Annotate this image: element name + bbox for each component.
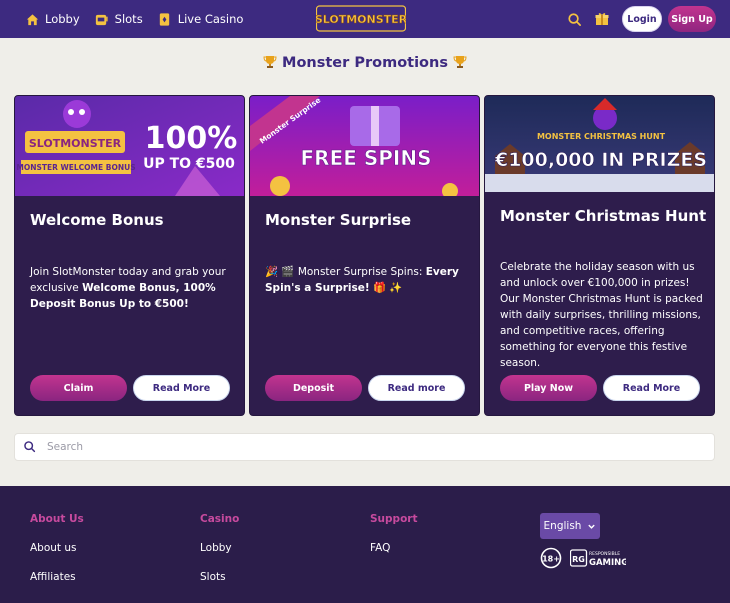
footer-link-affiliates[interactable]: Affiliates — [30, 571, 84, 583]
card-description: Join SlotMonster today and grab your exc… — [30, 266, 226, 310]
nav-slots-label: Slots — [114, 12, 143, 26]
footer: About Us About us Affiliates Casino Lobb… — [0, 486, 730, 603]
header-actions: Login Sign Up — [564, 0, 730, 38]
banner-prizes-text: €100,000 IN PRIZES — [494, 149, 707, 171]
footer-heading: Casino — [200, 513, 240, 525]
search-icon — [23, 440, 37, 454]
nav-lobby[interactable]: Lobby — [24, 11, 80, 27]
deposit-button[interactable]: Deposit — [265, 375, 362, 401]
footer-link-slots[interactable]: Slots — [200, 571, 239, 583]
promo-card-christmas: MONSTER CHRISTMAS HUNT €100,000 IN PRIZE… — [484, 95, 715, 416]
signup-button[interactable]: Sign Up — [668, 6, 716, 32]
footer-link-lobby[interactable]: Lobby — [200, 542, 239, 554]
login-button[interactable]: Login — [622, 6, 662, 32]
claim-button[interactable]: Claim — [30, 375, 127, 401]
rg-text-bottom: GAMING — [589, 558, 626, 568]
trophy-icon — [263, 55, 277, 69]
cards-icon — [157, 11, 173, 27]
chevron-down-icon — [587, 522, 596, 531]
read-more-button[interactable]: Read More — [603, 375, 700, 401]
footer-link-faq[interactable]: FAQ — [370, 542, 417, 554]
promo-card-surprise: Monster Surprise FREE SPINS Monster Surp… — [249, 95, 480, 416]
banner-hunt-text: MONSTER CHRISTMAS HUNT — [537, 132, 666, 141]
search-icon[interactable] — [564, 9, 584, 29]
age-18-badge: 18+ — [540, 547, 562, 569]
gift-icon[interactable] — [592, 9, 612, 29]
slot-machine-icon — [94, 11, 110, 27]
christmas-banner-image[interactable]: MONSTER CHRISTMAS HUNT €100,000 IN PRIZE… — [485, 96, 714, 192]
footer-link-about-us[interactable]: About us — [30, 542, 84, 554]
page-title-text: Monster Promotions — [282, 55, 448, 71]
logo-text: SLOTMONSTER — [316, 13, 406, 26]
slotmonster-logo[interactable]: SLOTMONSTER — [315, 5, 408, 32]
card-title: Monster Surprise — [265, 211, 412, 229]
banner-logo-text: SLOTMONSTER — [29, 137, 122, 150]
banner-percent-text: 100% — [145, 121, 238, 156]
nav-slots[interactable]: Slots — [94, 11, 143, 27]
nav-lobby-label: Lobby — [45, 12, 80, 26]
responsible-gaming-logo[interactable]: RG RESPONSIBLE GAMING — [569, 548, 628, 568]
trophy-icon — [453, 55, 467, 69]
card-title: Monster Christmas Hunt — [500, 207, 707, 225]
search-bar — [14, 433, 715, 461]
read-more-button[interactable]: Read More — [133, 375, 230, 401]
banner-upto-text: UP TO €500 — [143, 156, 235, 172]
language-label: English — [543, 520, 582, 532]
card-title: Welcome Bonus — [30, 211, 164, 229]
banner-ribbon-text: MONSTER WELCOME BONUS — [16, 163, 135, 172]
language-select[interactable]: English — [540, 513, 600, 539]
nav-live-casino[interactable]: Live Casino — [157, 11, 244, 27]
promo-card-welcome: SLOTMONSTER MONSTER WELCOME BONUS 100% U… — [14, 95, 245, 416]
age-badge-text: 18+ — [542, 555, 560, 564]
rg-text-top: RESPONSIBLE — [589, 551, 620, 557]
footer-heading: Support — [370, 513, 418, 525]
card-description: Celebrate the holiday season with us and… — [500, 261, 703, 369]
card-description: 🎉 🎬 Monster Surprise Spins: Every Spin's… — [265, 266, 459, 294]
page-title: Monster Promotions — [0, 55, 730, 71]
welcome-banner-image[interactable]: SLOTMONSTER MONSTER WELCOME BONUS 100% U… — [15, 96, 244, 196]
top-navbar: Lobby Slots Live Casino SLOTMONSTER Logi… — [0, 0, 730, 38]
home-icon — [24, 11, 40, 27]
play-now-button[interactable]: Play Now — [500, 375, 597, 401]
footer-column-support: Support FAQ — [370, 513, 417, 554]
banner-freespins-text: FREE SPINS — [301, 146, 432, 170]
footer-column-about: About Us About us Affiliates — [30, 513, 84, 583]
footer-heading: About Us — [30, 513, 84, 525]
search-input[interactable] — [47, 441, 687, 453]
rg-logo-text: RG — [572, 555, 585, 564]
read-more-button[interactable]: Read more — [368, 375, 465, 401]
nav-live-casino-label: Live Casino — [177, 12, 244, 26]
surprise-banner-image[interactable]: Monster Surprise FREE SPINS — [250, 96, 479, 199]
footer-column-casino: Casino Lobby Slots — [200, 513, 239, 583]
